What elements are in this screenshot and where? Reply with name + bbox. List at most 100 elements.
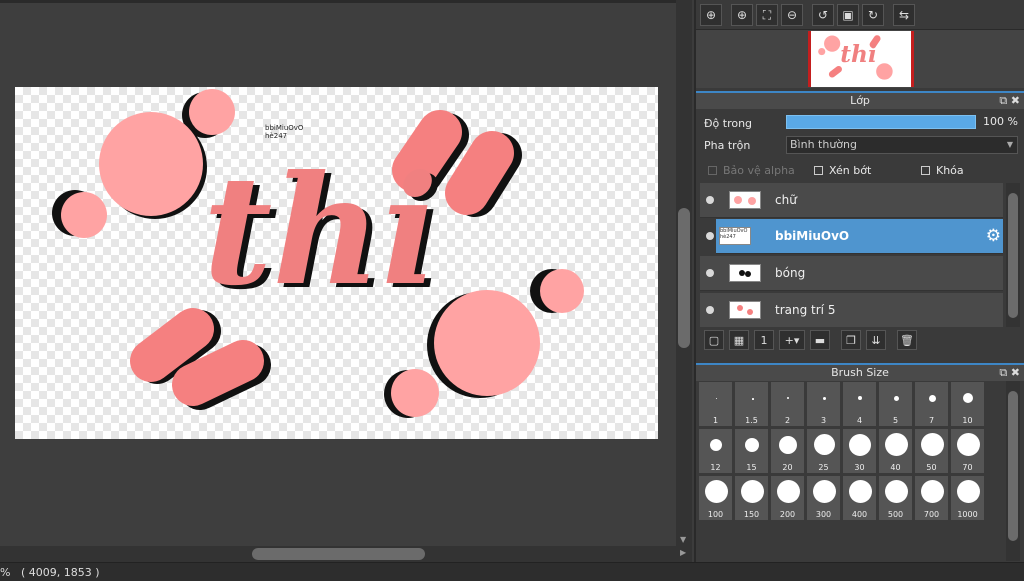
brush-panel-title: Brush Size [831,366,889,379]
artwork: thi thi bbiMiuOvO hè247 [52,89,584,418]
brush-size-cell[interactable]: 20 [770,428,805,474]
brush-size-cell[interactable]: 1000 [950,475,985,521]
layer-row[interactable]: trang trí 5 [700,293,1003,327]
layer-name: bbiMiuOvO [775,229,850,243]
brush-size-cell[interactable]: 200 [770,475,805,521]
brush-size-cell[interactable]: 40 [878,428,913,474]
vertical-scroll-thumb[interactable] [678,208,690,348]
layer-thumbnail [729,264,761,282]
fit-window-icon[interactable]: ⛶ [756,4,778,26]
protect-alpha-checkbox[interactable]: Bảo vệ alpha [708,164,795,177]
layer-row[interactable]: bóng [700,256,1003,291]
brush-size-cell[interactable]: 3 [806,381,841,427]
brush-size-cell[interactable]: 4 [842,381,877,427]
circle-large [99,112,203,216]
layer-scroll-thumb[interactable] [1008,193,1018,318]
blend-mode-value: Bình thường [790,138,857,151]
circle-small [391,369,439,417]
brush-size-cell[interactable]: 10 [950,381,985,427]
navigator-thumbnail[interactable]: thi [808,31,914,87]
opacity-slider[interactable] [786,115,976,129]
scroll-down-icon[interactable]: ▼ [680,535,686,544]
duplicate-layer-icon[interactable]: ❐ [841,330,861,350]
brush-size-cell[interactable]: 400 [842,475,877,521]
visibility-eye-icon[interactable] [706,306,714,314]
brush-size-cell[interactable]: 50 [914,428,949,474]
layer-name: bóng [775,266,806,280]
flip-icon[interactable]: ⇆ [893,4,915,26]
brush-size-cell[interactable]: 150 [734,475,769,521]
new-layer-icon[interactable]: ▢ [704,330,724,350]
art-word: thi [203,143,438,319]
opacity-value: 100 % [983,115,1018,128]
rotate-right-icon[interactable]: ↻ [862,4,884,26]
circle-small [61,192,107,238]
lock-label: Khóa [936,164,964,177]
gear-icon[interactable]: ⚙ [986,226,1001,246]
vertical-scrollbar[interactable]: ▼ [676,0,692,546]
navigator-toolbar: ⊕ ⊕ ⛶ ⊖ ↺ ▣ ↻ ⇆ [696,4,1024,28]
blend-label: Pha trộn [704,139,751,152]
zoom-in-icon[interactable]: ⊕ [731,4,753,26]
artboard[interactable]: thi thi bbiMiuOvO hè247 [15,87,658,439]
layer-name: trang trí 5 [775,303,836,317]
brush-size-grid: 1 1.5 2 3 4 5 7 10 12 15 20 25 30 40 50 … [698,381,990,521]
rotate-left-icon[interactable]: ↺ [812,4,834,26]
circle-large [434,290,540,396]
brush-size-cell[interactable]: 1 [698,381,733,427]
small-text-line1: bbiMiuOvO [265,124,304,132]
layer-list-scrollbar[interactable] [1006,183,1020,327]
scroll-right-icon[interactable]: ▶ [680,548,686,557]
visibility-eye-icon[interactable] [706,232,714,240]
brush-size-cell[interactable]: 300 [806,475,841,521]
brush-size-cell[interactable]: 7 [914,381,949,427]
brush-panel-scrollbar[interactable] [1006,381,1020,561]
brush-size-cell[interactable]: 15 [734,428,769,474]
merge-layer-icon[interactable]: ⇊ [866,330,886,350]
zoom-out-icon[interactable]: ⊖ [781,4,803,26]
visibility-eye-icon[interactable] [706,269,714,277]
close-icon[interactable]: ✖ [1011,94,1020,107]
brush-size-cell[interactable]: 12 [698,428,733,474]
brush-size-cell[interactable]: 700 [914,475,949,521]
canvas-area[interactable]: thi thi bbiMiuOvO hè247 [0,0,676,546]
visibility-eye-icon[interactable] [706,196,714,204]
horizontal-scrollbar[interactable]: ▶ [0,546,692,562]
status-bar: % ( 4009, 1853 ) [0,562,1024,581]
horizontal-scroll-thumb[interactable] [252,548,425,560]
layer-thumbnail [729,191,761,209]
brush-size-cell[interactable]: 100 [698,475,733,521]
popout-icon[interactable]: ⧉ [999,366,1007,379]
layer-thumbnail [729,301,761,319]
pill [172,340,264,406]
layer-list[interactable]: chữ bbiMiuOvO hè247 bbiMiuOvO ⚙ bóng tra… [700,183,1008,327]
brush-size-cell[interactable]: 5 [878,381,913,427]
brush-size-cell[interactable]: 2 [770,381,805,427]
layer-row-selected[interactable]: bbiMiuOvO hè247 bbiMiuOvO ⚙ [706,219,1003,254]
navigator-preview[interactable]: thi [696,29,1024,88]
folder-icon[interactable]: ▬ [810,330,830,350]
layer-thumbnail: bbiMiuOvO hè247 [719,227,751,245]
brush-size-cell[interactable]: 1.5 [734,381,769,427]
brush-size-cell[interactable]: 30 [842,428,877,474]
popout-icon[interactable]: ⧉ [999,94,1007,107]
lock-checkbox[interactable]: Khóa [921,164,964,177]
brush-size-cell[interactable]: 25 [806,428,841,474]
delete-layer-icon[interactable]: 🗑 [897,330,917,350]
new-halftone-layer-icon[interactable]: ▦ [729,330,749,350]
add-layer-menu-icon[interactable]: +▾ [779,330,805,350]
circle-small [540,269,584,313]
right-panel: ⊕ ⊕ ⛶ ⊖ ↺ ▣ ↻ ⇆ thi Lớp ⧉ ✖ Độ trong 100… [694,0,1024,562]
circle-small [189,89,235,135]
close-icon[interactable]: ✖ [1011,366,1020,379]
brush-scroll-thumb[interactable] [1008,391,1018,541]
layer-properties: Độ trong 100 % Pha trộn Bình thường ▼ Bả… [696,109,1024,181]
brush-size-cell[interactable]: 500 [878,475,913,521]
clipping-checkbox[interactable]: Xén bớt [814,164,871,177]
blend-mode-select[interactable]: Bình thường ▼ [786,136,1018,154]
reset-view-icon[interactable]: ▣ [837,4,859,26]
layer-row[interactable]: chữ [700,183,1003,218]
brush-size-cell[interactable]: 70 [950,428,985,474]
new-1bit-layer-icon[interactable]: 1 [754,330,774,350]
zoom-fit-icon[interactable]: ⊕ [700,4,722,26]
